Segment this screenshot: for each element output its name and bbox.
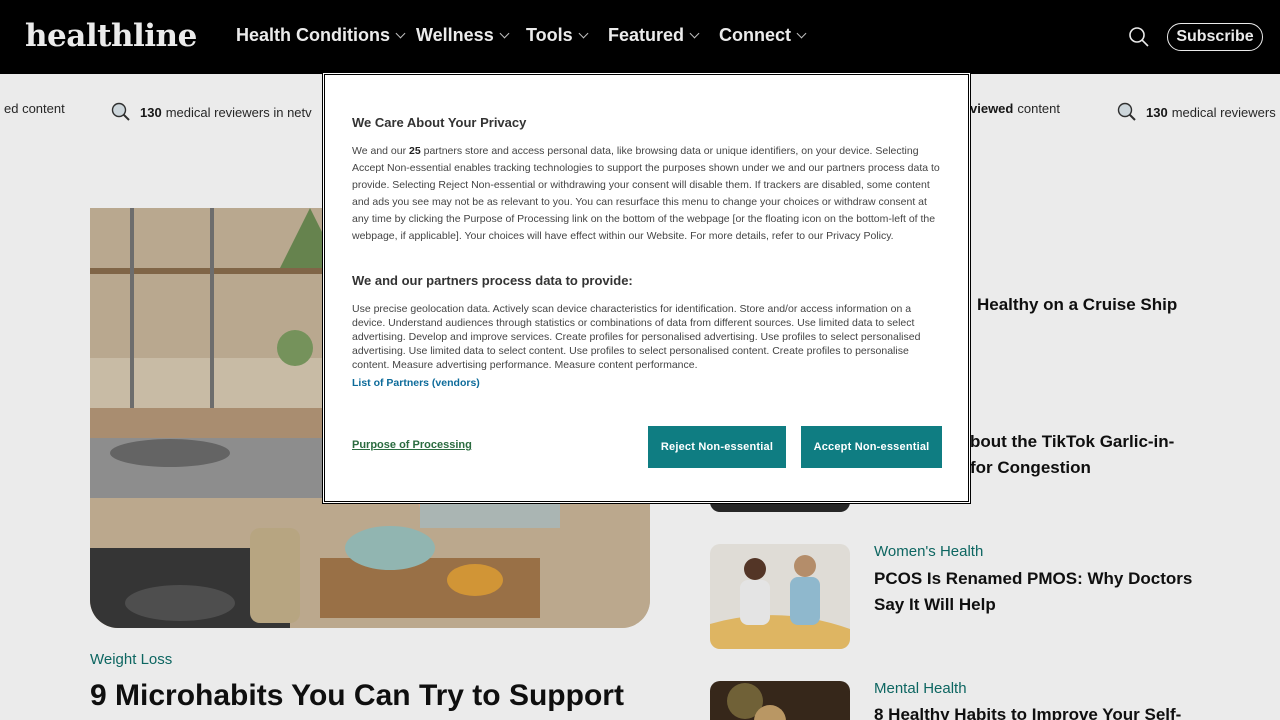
purposes-heading: We and our partners process data to prov…	[352, 273, 633, 288]
consent-description: We and our 25 partners store and access …	[352, 143, 944, 245]
purpose-of-processing-link[interactable]: Purpose of Processing	[352, 439, 472, 451]
dialog-title: We Care About Your Privacy	[352, 115, 527, 130]
privacy-consent-dialog: We Care About Your Privacy We and our 25…	[322, 72, 971, 504]
reject-non-essential-button[interactable]: Reject Non-essential	[648, 426, 786, 468]
partners-link[interactable]: List of Partners (vendors)	[352, 377, 480, 389]
accept-non-essential-button[interactable]: Accept Non-essential	[801, 426, 942, 468]
partner-count: 25	[409, 145, 421, 157]
purposes-list: Use precise geolocation data. Actively s…	[352, 303, 921, 371]
consent-text: We and our	[352, 145, 410, 157]
consent-text: partners store and access personal data,…	[352, 145, 940, 242]
